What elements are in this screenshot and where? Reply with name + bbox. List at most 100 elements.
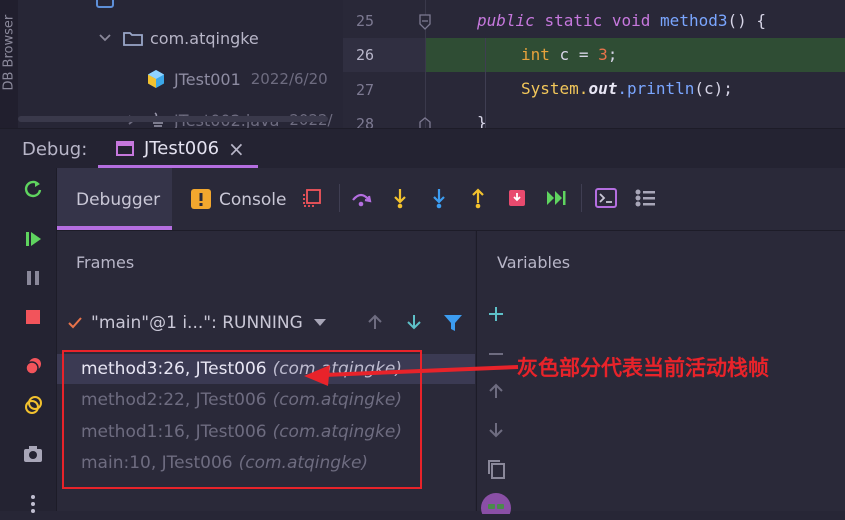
step-into-icon [394,189,406,209]
mute-breakpoints-button[interactable] [17,389,49,421]
rerun-button[interactable] [17,173,49,205]
line-number: 26 [355,46,375,64]
avatar-glasses-icon[interactable] [480,490,512,514]
stop-icon [26,310,40,324]
dropdown-arrow-icon[interactable] [313,318,327,328]
code-line-25: public static void method3() { [477,11,766,30]
layout-icon [303,189,321,207]
pause-icon [27,271,39,285]
previous-frame-arrow-icon[interactable] [366,313,384,331]
field-name: out [588,79,618,98]
filter-icon[interactable] [443,313,463,333]
resume-button[interactable] [17,223,49,255]
method-name: method3 [660,11,728,30]
mute-breakpoints-icon [25,396,42,414]
camera-icon [24,446,42,462]
active-tab-underline [57,226,172,230]
debug-tool-window-header: Debug: JTest006 × [0,128,845,169]
stop-button[interactable] [17,301,49,333]
method-call: .println [617,79,695,98]
annotation-arrow [304,365,519,386]
pause-button[interactable] [17,262,49,294]
more-options-button[interactable] [17,488,49,520]
evaluate-expression-button[interactable] [592,184,620,212]
list-settings-icon [635,189,655,207]
step-over-button[interactable] [347,184,375,212]
drop-frame-icon [509,190,525,206]
debug-side-toolbar [0,168,57,513]
db-browser-tab[interactable]: DB Browser [2,5,17,91]
force-step-into-icon [433,189,445,209]
horizontal-scrollbar[interactable] [18,116,328,122]
current-line-highlight [425,38,845,72]
run-to-cursor-button[interactable] [542,184,570,212]
check-icon [68,317,82,329]
tree-row-jtest001[interactable]: JTest001 2022/6/20 [146,67,328,91]
package-name: com.atqingke [150,28,259,48]
line-number: 27 [355,81,375,99]
line-number: 28 [355,115,375,128]
keyword: static [544,11,603,30]
move-down-icon[interactable] [487,421,505,439]
layout-settings-button[interactable] [298,184,326,212]
rerun-icon [24,180,42,198]
project-tree: com.atqingke JTest001 2022/6/20 JTest002… [18,0,343,128]
toolbar-separator [581,184,582,212]
terminal-icon [595,188,617,208]
code-line-26: int c = 3; [521,45,617,64]
keyword: int [521,45,550,64]
next-frame-arrow-icon[interactable] [405,313,423,331]
step-into-button[interactable] [386,184,414,212]
frames-title: Frames [76,253,135,272]
screenshot-button[interactable] [17,438,49,470]
session-tab-label: JTest006 [144,138,220,159]
tab-console[interactable]: Console [190,168,290,230]
file-date: 2022/6/20 [250,70,328,88]
file-name: JTest001 [174,69,241,89]
step-out-button[interactable] [464,184,492,212]
tree-row-package[interactable]: com.atqingke [98,26,259,50]
punctuation: (c); [694,79,733,98]
annotation-text: 灰色部分代表当前活动栈帧 [517,356,769,380]
drop-frame-button[interactable] [503,184,531,212]
thread-selector[interactable]: "main"@1 i...": RUNNING [67,310,327,336]
trace-settings-button[interactable] [631,184,659,212]
chevron-down-icon[interactable] [98,32,112,44]
keyword: public [477,11,535,30]
debugger-tabs-toolbar: Debugger Console [57,168,845,231]
keyword: void [611,11,651,30]
tab-label: Debugger [76,190,161,210]
java-class-icon [148,70,164,88]
app-window-icon [116,141,134,156]
run-to-cursor-icon [547,191,566,205]
breakpoints-icon [25,358,41,375]
identifier: c = [559,45,599,64]
debug-label: Debug: [22,139,88,160]
line-number: 25 [355,12,375,30]
console-warning-icon [191,189,211,209]
add-watch-icon[interactable] [487,305,505,323]
step-over-icon [352,193,372,207]
tab-label: Console [219,190,287,210]
toolbar-separator [339,184,340,212]
punctuation: () { [727,11,767,30]
copy-icon[interactable] [486,458,506,480]
variables-title: Variables [497,253,571,272]
close-icon[interactable]: × [228,137,245,161]
step-out-icon [472,188,484,209]
session-tab-jtest006[interactable]: JTest006 × [98,129,258,169]
tab-debugger[interactable]: Debugger [57,168,172,230]
fold-icon[interactable] [418,14,432,30]
force-step-into-button[interactable] [425,184,453,212]
fold-icon[interactable] [418,117,432,128]
code-editor[interactable]: 25 26 27 28 public static void method3()… [343,0,845,128]
code-line-27: System.out.println(c); [521,79,733,98]
source-folder-icon [96,0,114,8]
tree-row-src[interactable] [96,0,114,12]
class-name: System. [521,79,589,98]
number-literal: 3 [598,45,608,64]
resume-icon [26,232,41,246]
thread-label: "main"@1 i...": RUNNING [91,313,303,333]
punctuation: ; [607,45,618,64]
view-breakpoints-button[interactable] [17,350,49,382]
